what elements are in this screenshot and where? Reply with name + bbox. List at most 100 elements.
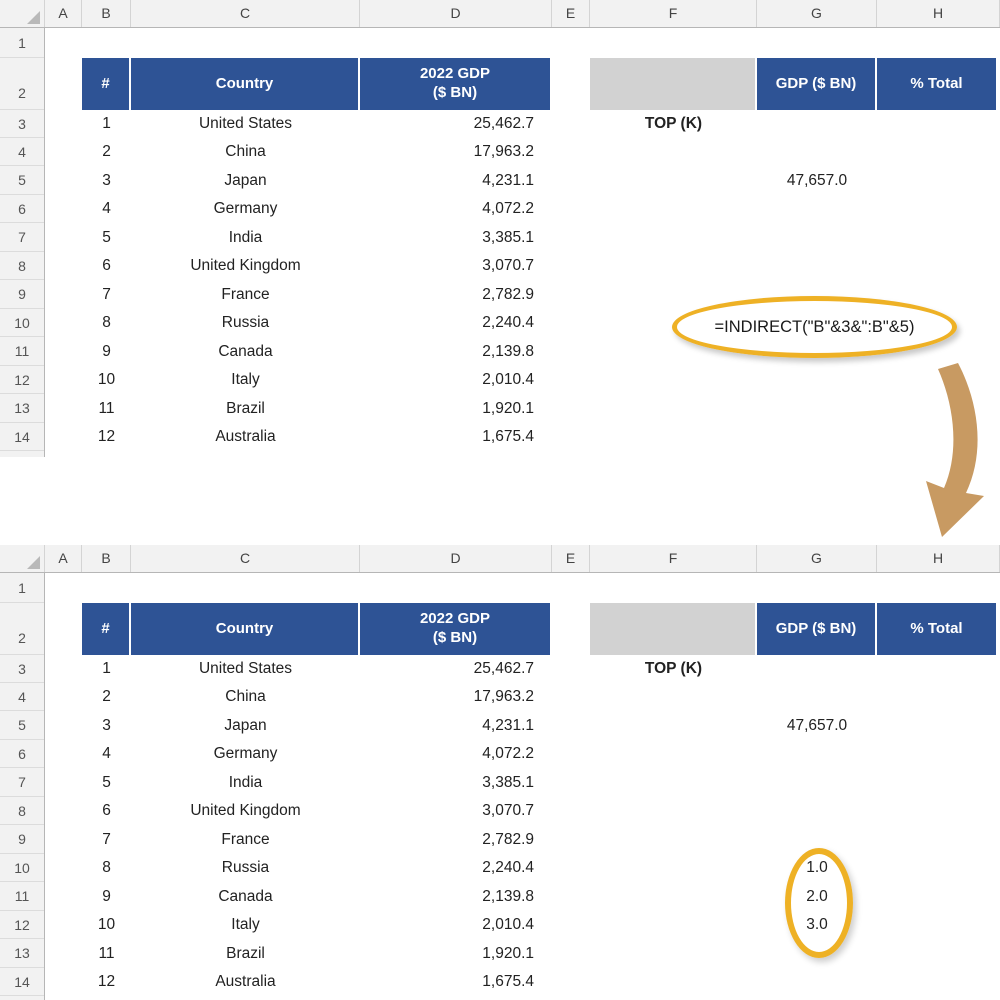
- cell-b13[interactable]: 11: [82, 394, 131, 423]
- cell-d13-bottom[interactable]: 1,920.1: [360, 939, 550, 968]
- cell-b14-bottom[interactable]: 12: [82, 968, 131, 996]
- cell-b14[interactable]: 12: [82, 423, 131, 451]
- column-header-b[interactable]: B: [82, 0, 131, 27]
- cell-c10-bottom[interactable]: Russia: [131, 854, 360, 882]
- cell-d6-bottom[interactable]: 4,072.2: [360, 740, 550, 768]
- cell-b10-bottom[interactable]: 8: [82, 854, 131, 882]
- cell-b9[interactable]: 7: [82, 280, 131, 309]
- cell-b3[interactable]: 1: [82, 110, 131, 138]
- cell-d5-bottom[interactable]: 4,231.1: [360, 711, 550, 740]
- cell-d14[interactable]: 1,675.4: [360, 423, 550, 451]
- cell-c12[interactable]: Italy: [131, 366, 360, 394]
- cell-d7-bottom[interactable]: 3,385.1: [360, 768, 550, 797]
- select-all-corner-icon[interactable]: [0, 0, 45, 27]
- cell-b5[interactable]: 3: [82, 166, 131, 195]
- cell-d11-bottom[interactable]: 2,139.8: [360, 882, 550, 911]
- table-header-gdp: 2022 GDP ($ BN): [360, 58, 550, 110]
- cell-c8-bottom[interactable]: United Kingdom: [131, 797, 360, 825]
- cell-c14[interactable]: Australia: [131, 423, 360, 451]
- column-header-e[interactable]: E: [552, 0, 590, 27]
- cell-d3[interactable]: 25,462.7: [360, 110, 550, 138]
- cell-b6-bottom[interactable]: 4: [82, 740, 131, 768]
- cell-f3-top-k[interactable]: TOP (K): [590, 110, 757, 138]
- column-header-a[interactable]: A: [45, 0, 82, 27]
- column-header-d[interactable]: D: [360, 0, 552, 27]
- cell-b4-bottom[interactable]: 2: [82, 683, 131, 711]
- select-all-corner-icon-bottom[interactable]: [0, 545, 45, 572]
- cell-b12[interactable]: 10: [82, 366, 131, 394]
- cell-b4[interactable]: 2: [82, 138, 131, 166]
- column-header-a-bottom[interactable]: A: [45, 545, 82, 572]
- column-header-h-bottom[interactable]: H: [877, 545, 1000, 572]
- cell-c7[interactable]: India: [131, 223, 360, 252]
- cell-c13-bottom[interactable]: Brazil: [131, 939, 360, 968]
- cell-f3-top-k-bottom[interactable]: TOP (K): [590, 655, 757, 683]
- cell-b11[interactable]: 9: [82, 337, 131, 366]
- cell-c6[interactable]: Germany: [131, 195, 360, 223]
- summary-header-pct-bottom: % Total: [877, 603, 996, 655]
- column-header-b-bottom[interactable]: B: [82, 545, 131, 572]
- spreadsheet-panel-top: A B C D E F G H 1 2 3 4 5 6 7 8 9 10 11 …: [0, 0, 1000, 458]
- cell-d14-bottom[interactable]: 1,675.4: [360, 968, 550, 996]
- cell-c14-bottom[interactable]: Australia: [131, 968, 360, 996]
- cell-b11-bottom[interactable]: 9: [82, 882, 131, 911]
- cell-c3-bottom[interactable]: United States: [131, 655, 360, 683]
- column-header-g[interactable]: G: [757, 0, 877, 27]
- cell-b6[interactable]: 4: [82, 195, 131, 223]
- cell-b12-bottom[interactable]: 10: [82, 911, 131, 939]
- column-header-f[interactable]: F: [590, 0, 757, 27]
- cell-b13-bottom[interactable]: 11: [82, 939, 131, 968]
- cell-b8[interactable]: 6: [82, 252, 131, 280]
- cell-b9-bottom[interactable]: 7: [82, 825, 131, 854]
- cell-c11-bottom[interactable]: Canada: [131, 882, 360, 911]
- cell-c5-bottom[interactable]: Japan: [131, 711, 360, 740]
- cell-b7-bottom[interactable]: 5: [82, 768, 131, 797]
- cell-c11[interactable]: Canada: [131, 337, 360, 366]
- column-header-c[interactable]: C: [131, 0, 360, 27]
- cell-d9[interactable]: 2,782.9: [360, 280, 550, 309]
- cell-d3-bottom[interactable]: 25,462.7: [360, 655, 550, 683]
- cell-c6-bottom[interactable]: Germany: [131, 740, 360, 768]
- column-header-g-bottom[interactable]: G: [757, 545, 877, 572]
- cell-d8-bottom[interactable]: 3,070.7: [360, 797, 550, 825]
- cell-d4-bottom[interactable]: 17,963.2: [360, 683, 550, 711]
- cell-c8[interactable]: United Kingdom: [131, 252, 360, 280]
- cell-c4[interactable]: China: [131, 138, 360, 166]
- cell-c4-bottom[interactable]: China: [131, 683, 360, 711]
- column-header-h[interactable]: H: [877, 0, 1000, 27]
- cell-d12[interactable]: 2,010.4: [360, 366, 550, 394]
- cell-b10[interactable]: 8: [82, 309, 131, 337]
- cell-d4[interactable]: 17,963.2: [360, 138, 550, 166]
- cell-d10-bottom[interactable]: 2,240.4: [360, 854, 550, 882]
- column-header-d-bottom[interactable]: D: [360, 545, 552, 572]
- cell-g5-total-bottom[interactable]: 47,657.0: [757, 711, 877, 740]
- table-header-num: #: [82, 58, 131, 110]
- column-header-c-bottom[interactable]: C: [131, 545, 360, 572]
- cell-d13[interactable]: 1,920.1: [360, 394, 550, 423]
- cell-c9-bottom[interactable]: France: [131, 825, 360, 854]
- cell-d10[interactable]: 2,240.4: [360, 309, 550, 337]
- cell-b5-bottom[interactable]: 3: [82, 711, 131, 740]
- cell-c7-bottom[interactable]: India: [131, 768, 360, 797]
- cell-b7[interactable]: 5: [82, 223, 131, 252]
- cell-g5-total[interactable]: 47,657.0: [757, 166, 877, 195]
- table-header-gdp-line1-bottom: 2022 GDP: [419, 610, 491, 628]
- cell-d9-bottom[interactable]: 2,782.9: [360, 825, 550, 854]
- cell-d7[interactable]: 3,385.1: [360, 223, 550, 252]
- cell-b8-bottom[interactable]: 6: [82, 797, 131, 825]
- cell-c5[interactable]: Japan: [131, 166, 360, 195]
- cell-d6[interactable]: 4,072.2: [360, 195, 550, 223]
- cell-c3[interactable]: United States: [131, 110, 360, 138]
- cell-c12-bottom[interactable]: Italy: [131, 911, 360, 939]
- cell-c10[interactable]: Russia: [131, 309, 360, 337]
- cell-c13[interactable]: Brazil: [131, 394, 360, 423]
- cell-d5[interactable]: 4,231.1: [360, 166, 550, 195]
- summary-header-pct: % Total: [877, 58, 996, 110]
- cell-d8[interactable]: 3,070.7: [360, 252, 550, 280]
- column-header-e-bottom[interactable]: E: [552, 545, 590, 572]
- cell-b3-bottom[interactable]: 1: [82, 655, 131, 683]
- cell-d11[interactable]: 2,139.8: [360, 337, 550, 366]
- cell-c9[interactable]: France: [131, 280, 360, 309]
- column-header-f-bottom[interactable]: F: [590, 545, 757, 572]
- cell-d12-bottom[interactable]: 2,010.4: [360, 911, 550, 939]
